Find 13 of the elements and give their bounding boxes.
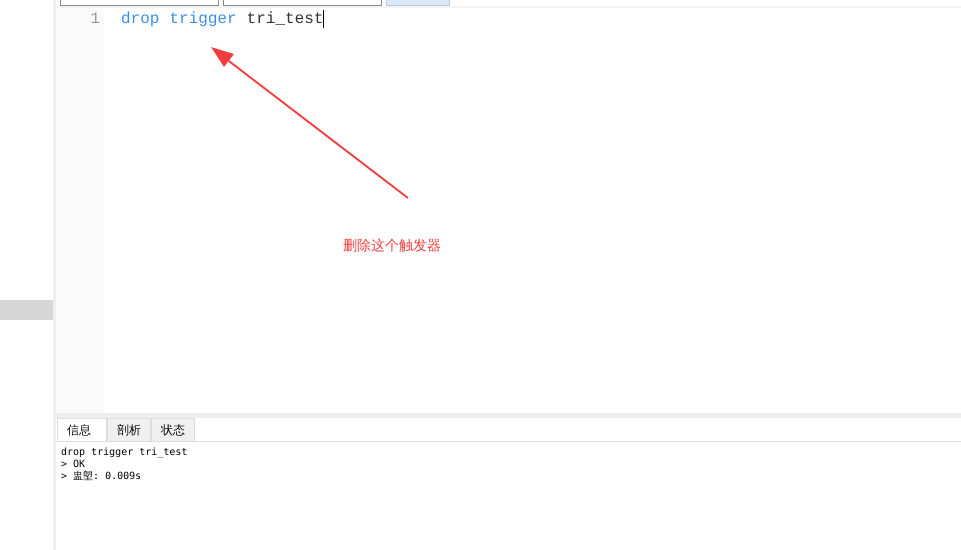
panel-tab[interactable]: 剖析 <box>107 418 151 441</box>
code-token: tri_test <box>246 9 324 30</box>
annotation-text: 删除这个触发器 <box>343 237 441 255</box>
code-token: drop <box>121 9 160 30</box>
message-line: > 盅塱: 0.009s <box>61 471 142 483</box>
panel-tab[interactable]: 信息 <box>57 418 107 441</box>
sidebar-scroll-marker <box>0 300 53 320</box>
code-token: trigger <box>169 9 237 30</box>
text-cursor <box>323 10 324 28</box>
line-number: 1 <box>89 9 100 30</box>
message-line: > OK <box>61 459 86 470</box>
panel-tab[interactable]: 状态 <box>151 418 195 441</box>
message-line: drop trigger tri_test <box>61 447 188 459</box>
